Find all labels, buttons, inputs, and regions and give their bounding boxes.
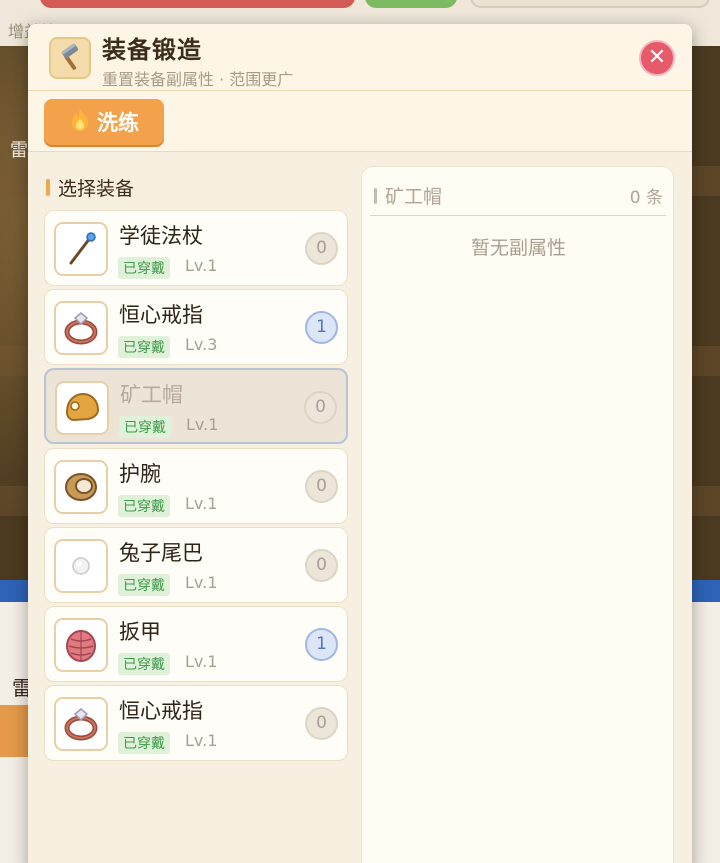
equip-item-level: Lv.3 — [185, 335, 218, 355]
equipped-badge: 已穿戴 — [118, 573, 170, 596]
equip-item[interactable]: 恒心戒指 已穿戴 Lv.3 1 — [44, 289, 348, 366]
equip-item-level: Lv.1 — [185, 572, 218, 592]
equipped-badge: 已穿戴 — [119, 416, 171, 439]
equip-item[interactable]: 兔子尾巴 已穿戴 Lv.1 0 — [44, 526, 348, 603]
tab-refine-label: 洗练 — [97, 111, 139, 135]
background-red-button — [40, 0, 355, 8]
equip-list-title: 选择装备 — [46, 174, 134, 201]
equip-item-level: Lv.1 — [185, 651, 218, 671]
equipped-badge: 已穿戴 — [118, 494, 170, 517]
equip-item-level: Lv.1 — [185, 493, 218, 513]
equip-item[interactable]: 恒心戒指 已穿戴 Lv.1 0 — [44, 685, 348, 762]
substat-panel-title: 矿工帽 — [374, 182, 442, 209]
equip-list-title-text: 选择装备 — [58, 178, 135, 200]
substat-count-badge: 1 — [305, 627, 338, 661]
equip-item-selected[interactable]: 矿工帽 已穿戴 Lv.1 0 — [44, 368, 348, 445]
equipped-badge: 已穿戴 — [118, 257, 170, 279]
equip-item[interactable]: 扳甲 已穿戴 Lv.1 1 — [44, 605, 348, 682]
ring-icon — [54, 697, 108, 752]
armor-icon — [54, 617, 108, 672]
equipped-badge: 已穿戴 — [118, 732, 170, 755]
rabbit-tail-icon — [54, 538, 108, 593]
equip-item-name: 扳甲 — [119, 619, 161, 644]
hammer-icon — [49, 37, 91, 79]
title-accent-bar — [46, 179, 50, 196]
modal-header: 装备锻造 重置装备副属性 · 范围更广 ✕ 洗练 — [28, 24, 692, 152]
background-gray-button — [470, 0, 710, 8]
close-button[interactable]: ✕ — [639, 40, 675, 76]
background-green-button — [365, 0, 457, 8]
substat-panel-divider — [370, 215, 666, 216]
equip-item[interactable]: 学徒法杖 已穿戴 Lv.1 0 — [44, 210, 348, 286]
equip-item-name: 护腕 — [119, 461, 161, 486]
staff-icon — [54, 222, 108, 276]
close-icon: ✕ — [647, 45, 667, 70]
substat-count-badge: 0 — [305, 232, 338, 265]
modal-subtitle: 重置装备副属性 · 范围更广 — [102, 70, 294, 89]
substat-panel-title-text: 矿工帽 — [385, 186, 443, 208]
equipped-badge: 已穿戴 — [118, 652, 170, 675]
modal-title: 装备锻造 — [102, 36, 202, 64]
substat-count-badge: 1 — [305, 311, 338, 345]
substat-count-badge: 0 — [305, 469, 338, 503]
equip-item-name: 恒心戒指 — [119, 699, 203, 724]
tab-refine[interactable]: 洗练 — [44, 99, 164, 145]
equip-item-level: Lv.1 — [185, 731, 218, 751]
empty-state-text: 暂无副属性 — [470, 237, 566, 259]
equip-item-name: 兔子尾巴 — [119, 540, 203, 565]
substat-panel: 矿工帽 0 条 暂无副属性 — [361, 166, 674, 863]
title-accent-bar — [374, 187, 377, 204]
equipped-badge: 已穿戴 — [118, 336, 170, 359]
substat-count-badge: 0 — [304, 391, 337, 425]
substat-count-label: 0 条 — [629, 188, 663, 208]
background-side-text: 雷 — [10, 140, 28, 161]
equip-item[interactable]: 护腕 已穿戴 Lv.1 0 — [44, 447, 348, 524]
equip-item-level: Lv.1 — [185, 256, 218, 275]
equip-item-name: 恒心戒指 — [119, 303, 203, 328]
equip-item-name: 矿工帽 — [120, 383, 183, 408]
fire-icon — [69, 108, 91, 136]
equip-item-name: 学徒法杖 — [119, 224, 203, 248]
equip-list: 学徒法杖 已穿戴 Lv.1 0 恒心戒指 已穿戴 Lv.3 1 矿工帽 已穿戴 … — [44, 210, 348, 764]
substat-count-badge: 0 — [305, 707, 338, 741]
bracer-icon — [54, 459, 108, 514]
substat-count-badge: 0 — [305, 548, 338, 582]
helmet-icon — [55, 381, 109, 436]
equip-item-level: Lv.1 — [186, 415, 219, 435]
header-divider — [28, 90, 692, 91]
ring-icon — [54, 301, 108, 356]
forge-modal: 装备锻造 重置装备副属性 · 范围更广 ✕ 洗练 选择装备 学徒法杖 已穿戴 L… — [28, 24, 692, 863]
